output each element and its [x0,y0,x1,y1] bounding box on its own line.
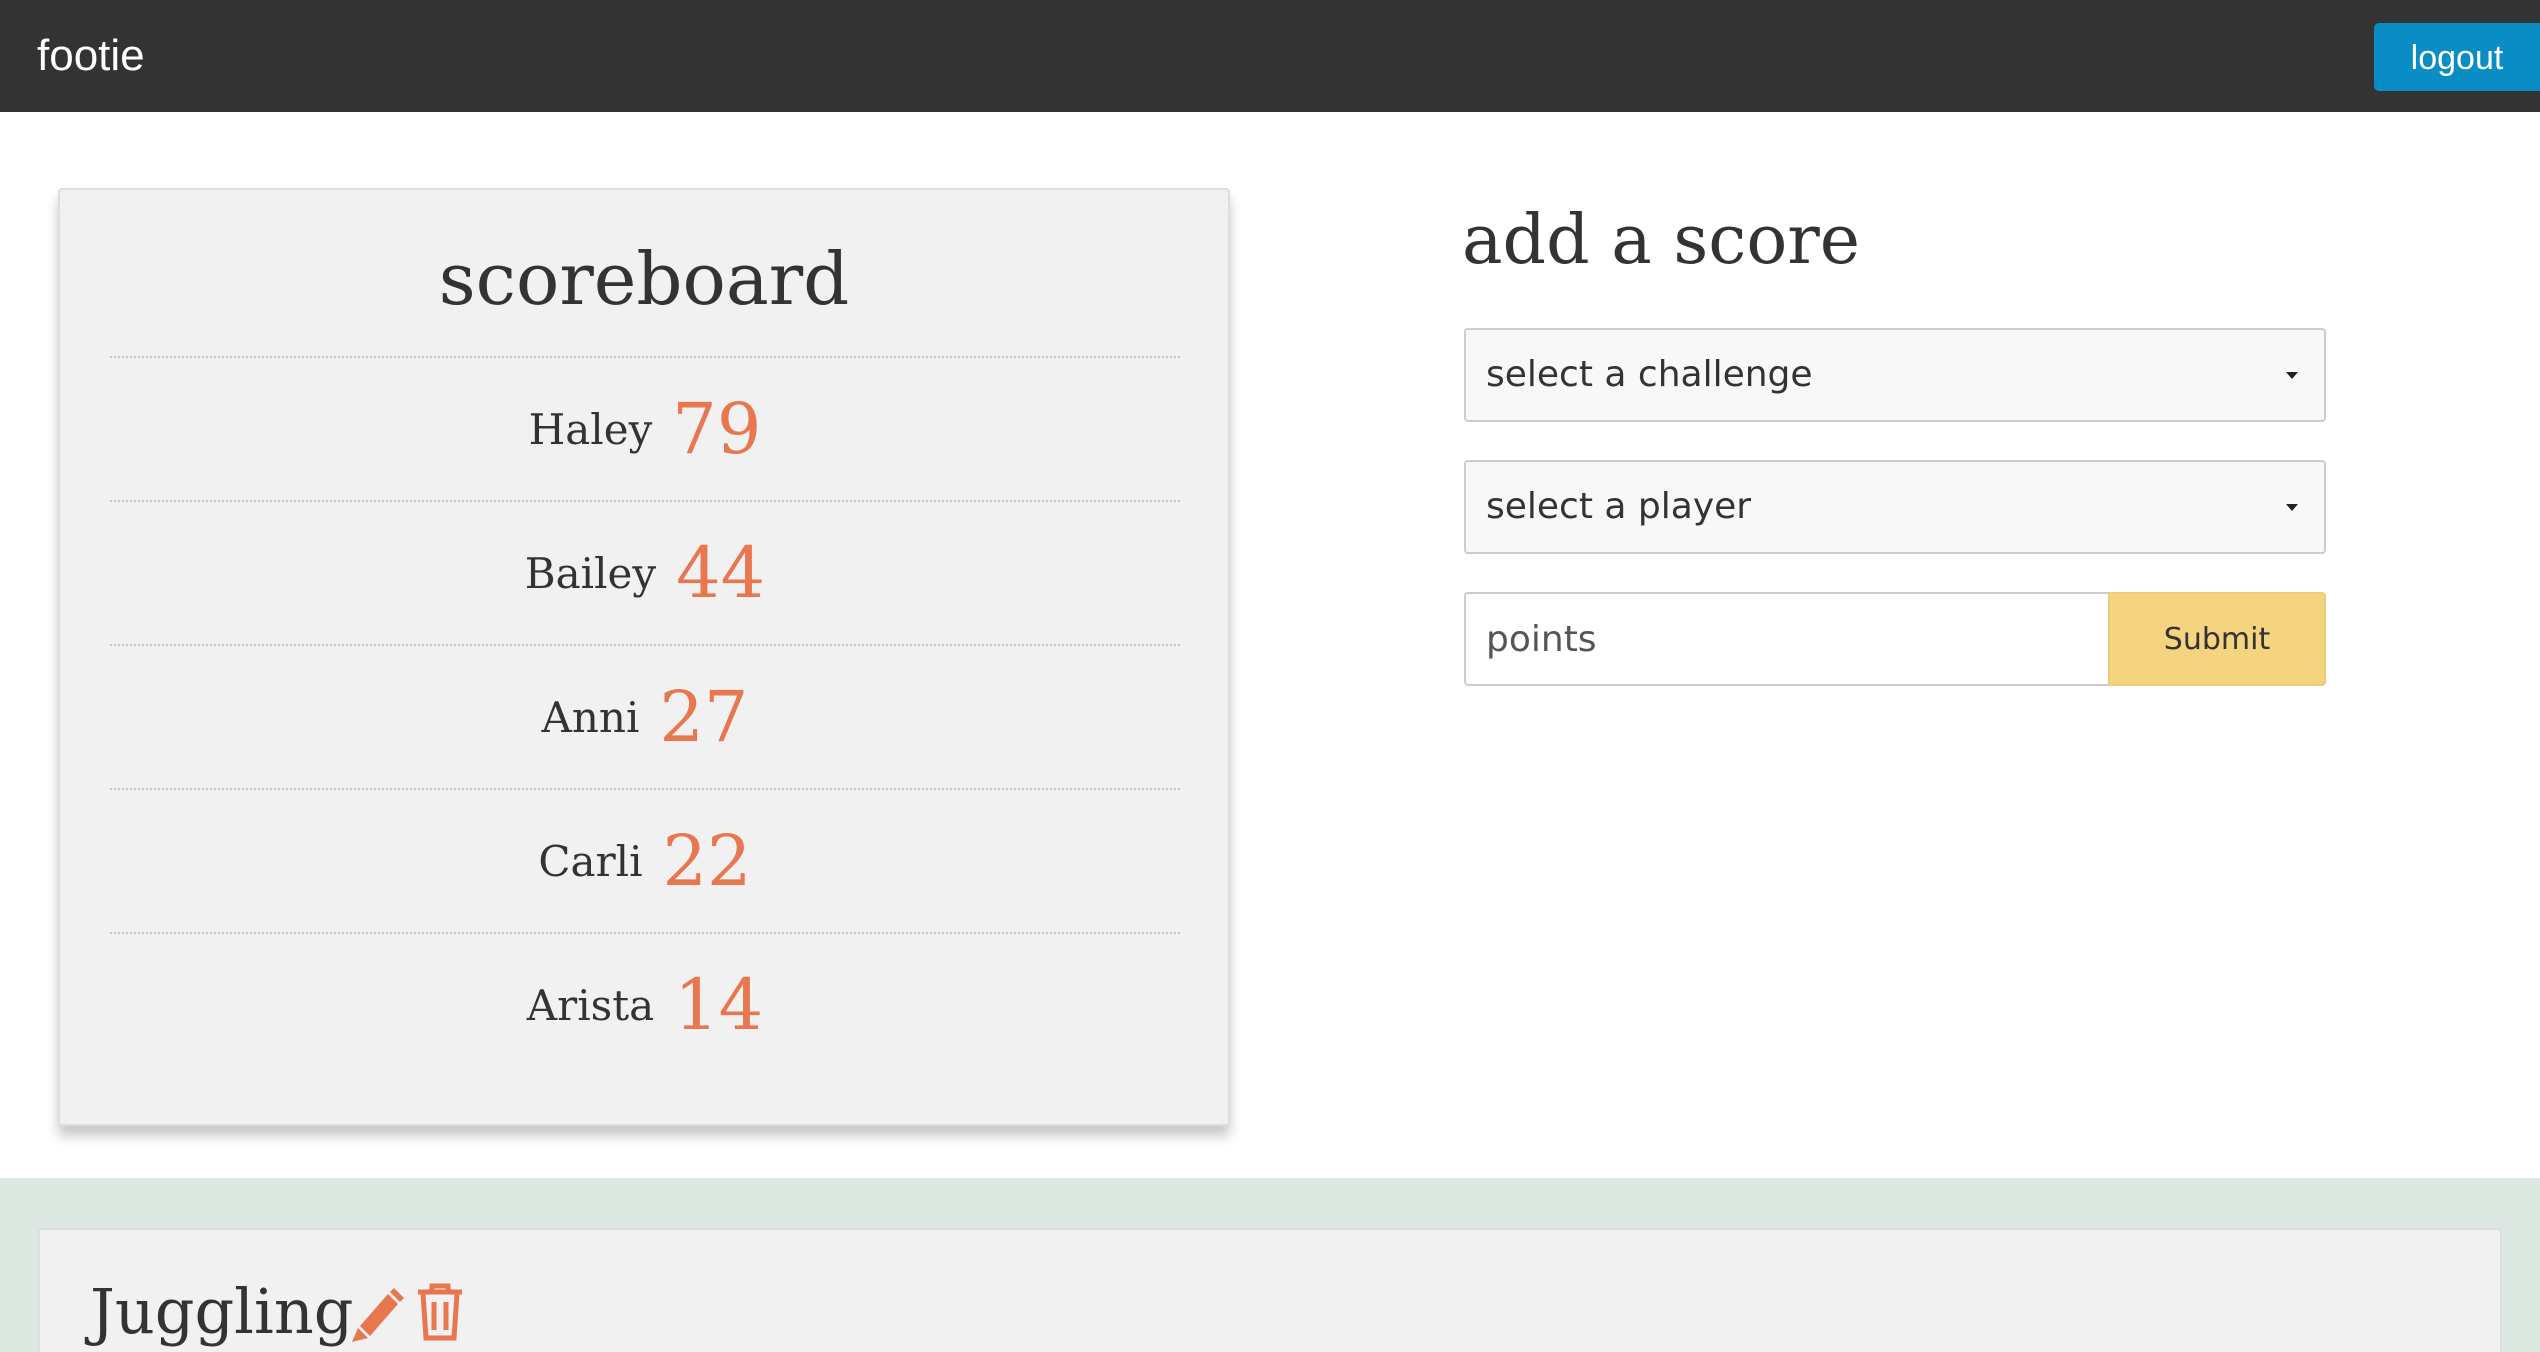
scoreboard-title: scoreboard [438,237,850,321]
challenge-select[interactable]: select a challenge [1464,328,2326,422]
player-score: 14 [674,964,764,1046]
pencil-icon[interactable] [348,1282,404,1344]
scoreboard-row: Carli 22 [110,788,1180,932]
player-select-value: select a player [1486,486,1752,527]
logout-button[interactable]: logout [2374,23,2540,91]
player-name: Carli [538,836,643,886]
player-score: 44 [676,532,766,614]
chevron-down-icon [2286,504,2298,511]
player-score: 79 [672,388,762,470]
trash-icon[interactable] [416,1282,472,1344]
points-input[interactable] [1464,592,2110,686]
player-name: Anni [541,692,640,742]
scoreboard-row: Haley 79 [110,356,1180,500]
scoreboard-row: Bailey 44 [110,500,1180,644]
player-score: 27 [659,676,749,758]
submit-button[interactable]: Submit [2108,592,2326,686]
player-select[interactable]: select a player [1464,460,2326,554]
player-name: Bailey [524,548,657,598]
player-name: Haley [528,404,653,454]
challenge-card: Juggling [38,1228,2502,1352]
challenge-select-value: select a challenge [1486,354,1813,395]
player-name: Arista [526,980,655,1030]
app-brand[interactable]: footie [37,28,145,84]
player-score: 22 [662,820,752,902]
top-navbar: footie logout [0,0,2540,112]
scoreboard-row: Arista 14 [110,932,1180,1076]
challenge-title: Juggling [90,1275,354,1348]
chevron-down-icon [2286,372,2298,379]
scoreboard-row: Anni 27 [110,644,1180,788]
scoreboard-panel: scoreboard Haley 79 Bailey 44 Anni 27 Ca… [58,188,1230,1126]
add-score-title: add a score [1462,201,1861,280]
